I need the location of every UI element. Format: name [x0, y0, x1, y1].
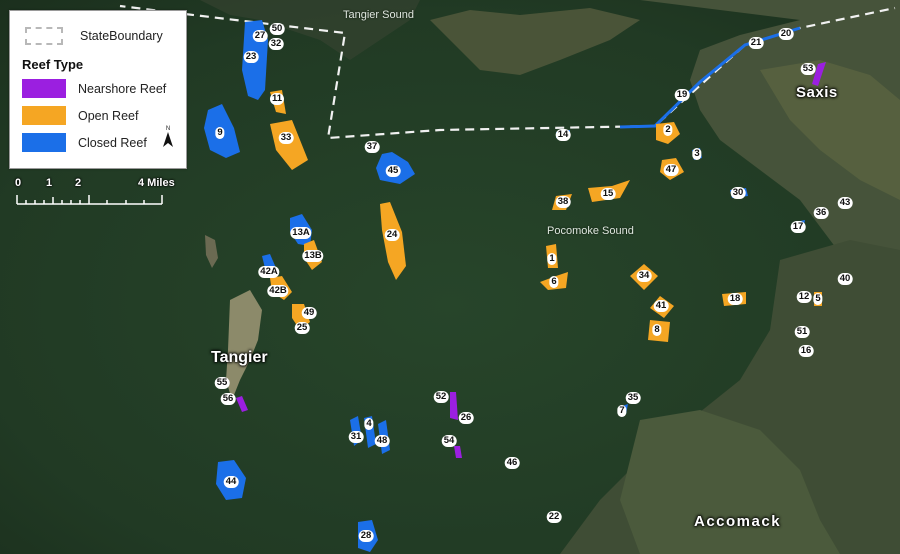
reef-label-22: 22	[546, 511, 562, 523]
reef-label-8: 8	[652, 324, 662, 336]
reef-label-50: 50	[269, 23, 285, 35]
reef-label-28: 28	[358, 530, 374, 542]
reef-label-17: 17	[790, 221, 806, 233]
reef-label-44: 44	[223, 476, 239, 488]
reef-label-3: 3	[692, 148, 702, 160]
boundary-swatch	[25, 27, 63, 45]
legend-row-nearshore: Nearshore Reef	[22, 79, 166, 98]
reef-label-14: 14	[555, 129, 571, 141]
reef-label-5: 5	[813, 293, 823, 305]
reef-label-32: 32	[268, 38, 284, 50]
reef-label-37: 37	[364, 141, 380, 153]
closed-swatch	[22, 133, 66, 152]
reef-label-47: 47	[663, 164, 679, 176]
reef-label-30: 30	[730, 187, 746, 199]
reef-label-7: 7	[617, 405, 627, 417]
label-pocomoke-sound: Pocomoke Sound	[547, 225, 634, 237]
reef-label-46: 46	[504, 457, 520, 469]
reef-label-23: 23	[243, 51, 259, 63]
reef-label-2: 2	[663, 124, 673, 136]
reef-label-19: 19	[674, 89, 690, 101]
reef-label-20: 20	[778, 28, 794, 40]
scale-label-4-miles: 4 Miles	[138, 177, 175, 189]
reef-label-12: 12	[796, 291, 812, 303]
reef-label-13a: 13A	[290, 227, 312, 239]
reef-label-27: 27	[252, 30, 268, 42]
reef-label-53: 53	[800, 63, 816, 75]
reef-label-52: 52	[433, 391, 449, 403]
reef-label-18: 18	[727, 293, 743, 305]
reef-label-21: 21	[748, 37, 764, 49]
reef-label-15: 15	[600, 188, 616, 200]
legend-boundary-label: StateBoundary	[80, 29, 163, 43]
nearshore-swatch	[22, 79, 66, 98]
label-tangier: Tangier	[211, 349, 268, 366]
scale-label-0: 0	[15, 177, 22, 189]
reef-label-16: 16	[798, 345, 814, 357]
reef-label-41: 41	[653, 300, 669, 312]
reef-label-4: 4	[364, 418, 374, 430]
reef-label-36: 36	[813, 207, 829, 219]
reef-label-35: 35	[625, 392, 641, 404]
scale-bar-graphic	[16, 195, 163, 205]
reef-label-55: 55	[214, 377, 230, 389]
reef-label-6: 6	[549, 276, 559, 288]
reef-label-51: 51	[794, 326, 810, 338]
map-legend: StateBoundary Reef Type Nearshore Reef O…	[9, 10, 187, 169]
legend-nearshore-label: Nearshore Reef	[78, 81, 167, 96]
reef-label-33: 33	[278, 132, 294, 144]
reef-label-45: 45	[385, 165, 401, 177]
reef-label-13b: 13B	[302, 250, 324, 262]
reef-label-31: 31	[348, 431, 364, 443]
scale-label-1: 1	[46, 177, 53, 189]
reef-label-1: 1	[547, 253, 557, 265]
reef-label-26: 26	[458, 412, 474, 424]
reef-label-9: 9	[215, 127, 225, 139]
reef-label-54: 54	[441, 435, 457, 447]
north-arrow-icon: N	[163, 126, 173, 147]
reef-label-34: 34	[636, 270, 652, 282]
reef-label-11: 11	[269, 93, 285, 105]
reef-label-43: 43	[837, 197, 853, 209]
legend-title: Reef Type	[22, 57, 84, 72]
label-accomack: Accomack	[694, 513, 782, 530]
reef-label-42a: 42A	[258, 266, 280, 278]
legend-row-open: Open Reef	[22, 106, 138, 125]
north-label: N	[166, 126, 170, 132]
legend-closed-label: Closed Reef	[78, 135, 147, 150]
reef-label-49: 49	[301, 307, 317, 319]
legend-open-label: Open Reef	[78, 108, 139, 123]
legend-row-closed: Closed Reef	[22, 133, 147, 152]
reef-label-38: 38	[555, 196, 571, 208]
label-saxis: Saxis	[796, 84, 838, 101]
scale-label-2: 2	[75, 177, 82, 189]
open-swatch	[22, 106, 66, 125]
reef-label-56: 56	[220, 393, 236, 405]
label-tangier-sound: Tangier Sound	[343, 9, 414, 21]
reef-label-48: 48	[374, 435, 390, 447]
reef-label-25: 25	[294, 322, 310, 334]
reef-label-24: 24	[384, 229, 400, 241]
reef-label-40: 40	[837, 273, 853, 285]
reef-label-42b: 42B	[267, 285, 289, 297]
legend-row-boundary: StateBoundary	[22, 27, 163, 45]
scale-bar: 0 1 2 4 Miles	[13, 177, 193, 211]
